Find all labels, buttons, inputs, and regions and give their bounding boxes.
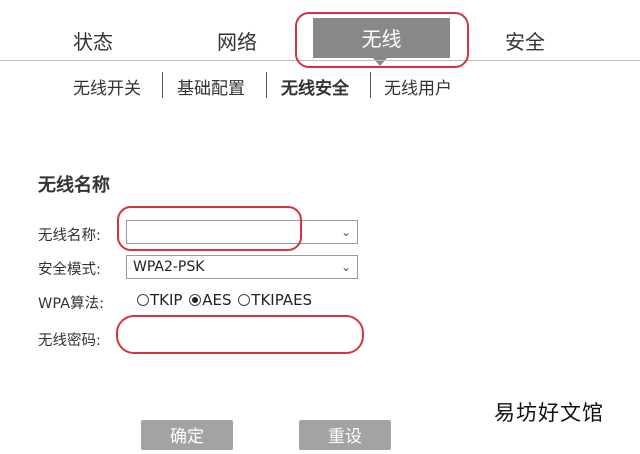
annotation-circle-password <box>116 315 364 354</box>
radio-aes-label: AES <box>202 291 232 309</box>
radio-aes[interactable]: AES <box>189 291 232 309</box>
reset-button[interactable]: 重设 <box>299 420 391 450</box>
radio-checked-icon <box>189 294 202 306</box>
subnav-separator <box>370 72 371 98</box>
ssid-label: 无线名称: <box>38 228 101 244</box>
section-title: 无线名称 <box>38 175 110 196</box>
chevron-down-icon: ⌄ <box>340 260 351 274</box>
confirm-button[interactable]: 确定 <box>141 420 233 450</box>
security-mode-label: 安全模式: <box>38 262 101 278</box>
radio-tkip[interactable]: TKIP <box>137 291 182 309</box>
tab-security[interactable]: 安全 <box>505 26 545 55</box>
sub-nav: 无线开关 基础配置 无线安全 无线用户 <box>0 72 640 100</box>
password-label: 无线密码: <box>38 333 101 349</box>
wpa-algorithm-radio-group: TKIP AES TKIPAES <box>137 291 314 309</box>
radio-tkip-label: TKIP <box>150 291 183 309</box>
chevron-down-icon: ⌄ <box>340 225 351 239</box>
radio-tkipaes-label: TKIPAES <box>251 291 313 309</box>
subnav-item-basic-config[interactable]: 基础配置 <box>177 74 245 99</box>
radio-circle-icon <box>137 294 149 306</box>
subnav-item-wireless-security[interactable]: 无线安全 <box>281 74 349 99</box>
annotation-circle-ssid <box>117 206 302 251</box>
radio-circle-icon <box>238 294 251 306</box>
watermark: 易坊好文馆 <box>494 401 604 425</box>
annotation-circle-wireless-tab <box>295 12 469 68</box>
radio-tkipaes[interactable]: TKIPAES <box>238 291 312 309</box>
security-mode-value: WPA2-PSK <box>133 259 205 275</box>
wpa-algorithm-label: WPA算法: <box>38 296 104 312</box>
subnav-separator <box>162 72 163 98</box>
tab-network[interactable]: 网络 <box>217 26 257 55</box>
security-mode-select[interactable]: WPA2-PSK ⌄ <box>126 255 358 279</box>
subnav-item-wireless-users[interactable]: 无线用户 <box>384 74 452 99</box>
subnav-separator <box>266 72 267 98</box>
tab-status[interactable]: 状态 <box>73 26 113 55</box>
subnav-item-wireless-switch[interactable]: 无线开关 <box>73 74 141 99</box>
